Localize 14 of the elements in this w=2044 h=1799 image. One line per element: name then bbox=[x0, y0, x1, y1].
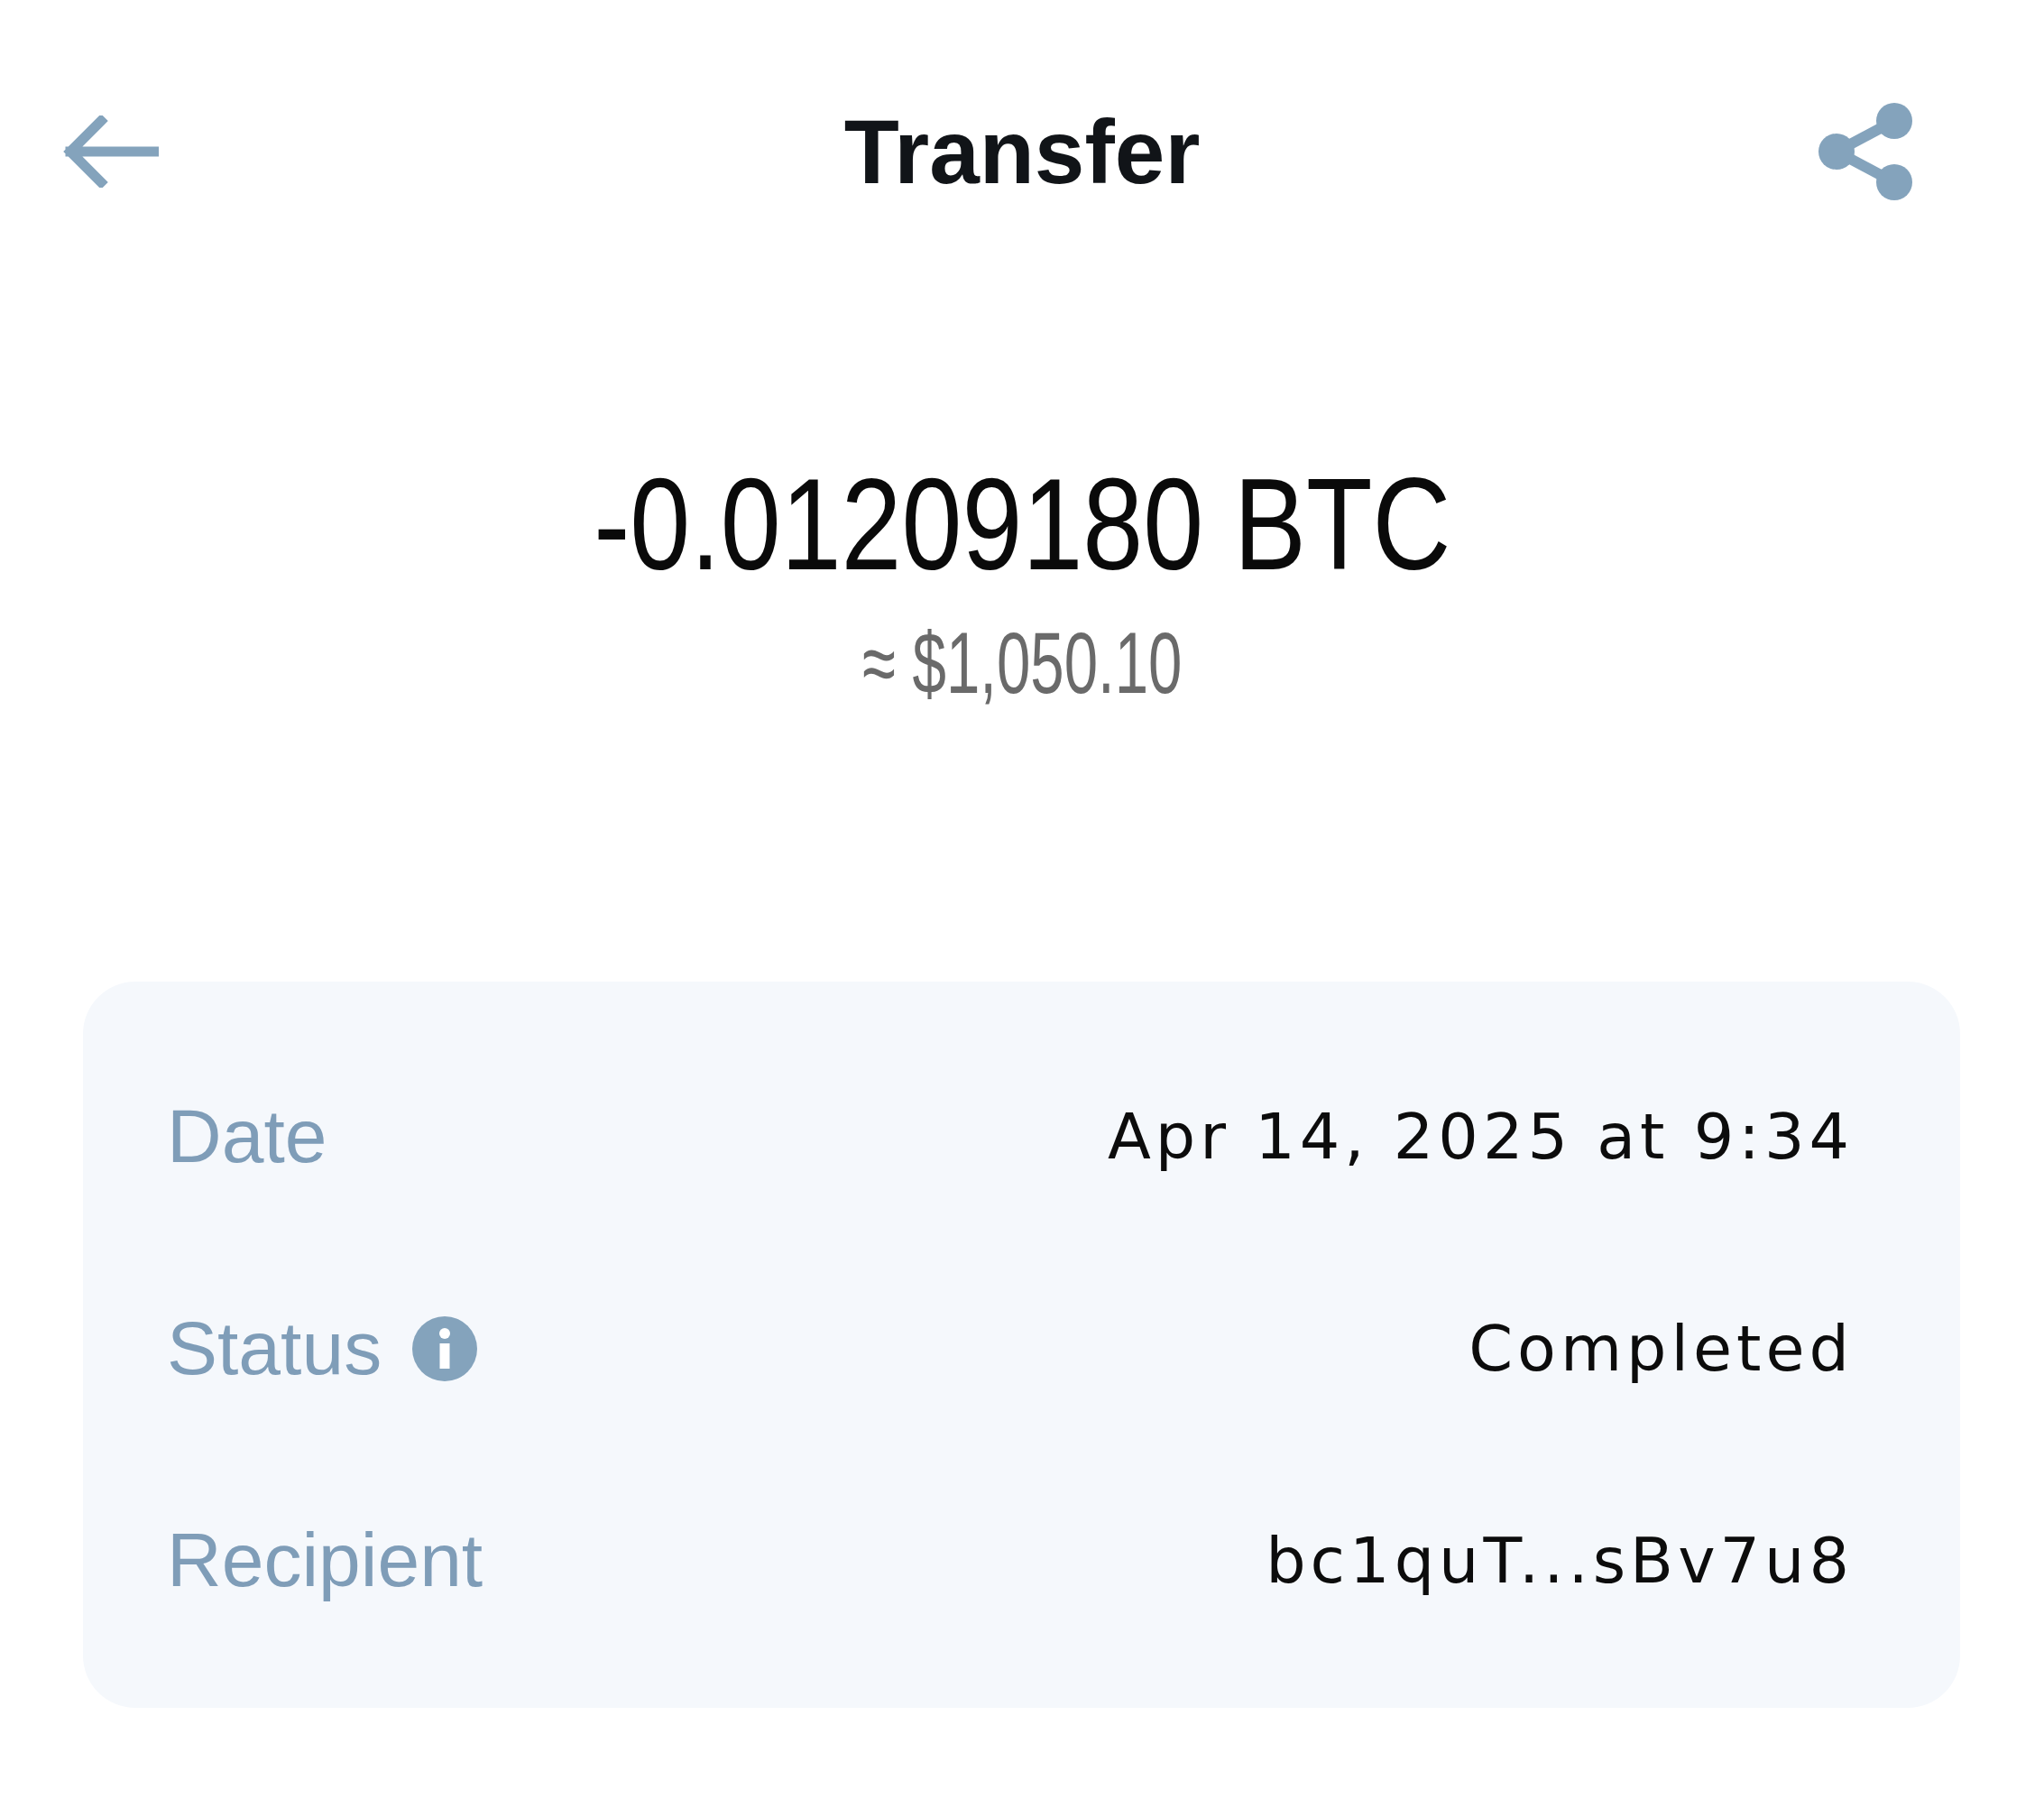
detail-label: Recipient bbox=[167, 1517, 483, 1605]
detail-value: Completed bbox=[1469, 1311, 1854, 1386]
crypto-amount: -0.01209180 BTC bbox=[593, 450, 1450, 599]
detail-value: Apr 14, 2025 at 9:34 bbox=[1107, 1099, 1854, 1174]
back-arrow-icon bbox=[61, 115, 159, 188]
page-title: Transfer bbox=[843, 100, 1201, 204]
detail-label: Date bbox=[167, 1093, 327, 1181]
share-icon bbox=[1818, 103, 1912, 200]
detail-label: Status bbox=[167, 1305, 382, 1393]
back-button[interactable] bbox=[61, 115, 159, 188]
fiat-amount: ≈ $1,050.10 bbox=[861, 614, 1183, 713]
detail-value: bc1quT...sBv7u8 bbox=[1266, 1523, 1854, 1598]
info-icon[interactable] bbox=[412, 1315, 478, 1381]
share-button[interactable] bbox=[1818, 103, 1912, 200]
